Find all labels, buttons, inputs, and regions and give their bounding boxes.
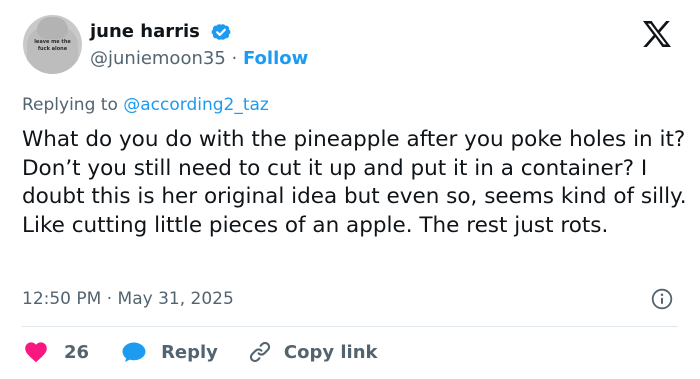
author-handle-row: @juniemoon35 · Follow: [90, 47, 308, 71]
tweet-text: What do you do with the pineapple after …: [22, 127, 687, 238]
reply-mention-link[interactable]: @according2_taz: [123, 95, 269, 115]
reply-label: Reply: [161, 341, 218, 363]
x-logo-icon[interactable]: [642, 20, 672, 48]
divider: [22, 326, 678, 327]
avatar-print-text: leave me the fuck alone: [34, 39, 71, 52]
follow-button[interactable]: Follow: [243, 48, 308, 69]
link-icon: [249, 341, 271, 363]
handle-separator: ·: [231, 48, 238, 69]
speech-bubble-icon: [122, 342, 146, 362]
verified-badge-icon: [211, 24, 231, 40]
avatar-hood: [37, 17, 68, 39]
avatar[interactable]: leave me the fuck alone: [23, 15, 82, 74]
action-bar: 26 Reply Copy link: [22, 339, 378, 365]
heart-icon: [25, 342, 47, 363]
reply-context: Replying to @according2_taz: [22, 93, 269, 117]
copy-link-button[interactable]: Copy link: [248, 340, 378, 364]
like-count: 26: [64, 341, 90, 363]
reply-context-prefix: Replying to: [22, 95, 124, 115]
copy-link-label: Copy link: [283, 341, 378, 363]
tweet-timestamp[interactable]: 12:50 PM · May 31, 2025: [22, 287, 234, 311]
like-button[interactable]: 26: [24, 341, 89, 363]
author-display-name[interactable]: june harris: [90, 20, 200, 44]
author-handle[interactable]: @juniemoon35: [90, 48, 226, 69]
info-icon[interactable]: [651, 288, 673, 310]
reply-button[interactable]: Reply: [121, 341, 218, 363]
